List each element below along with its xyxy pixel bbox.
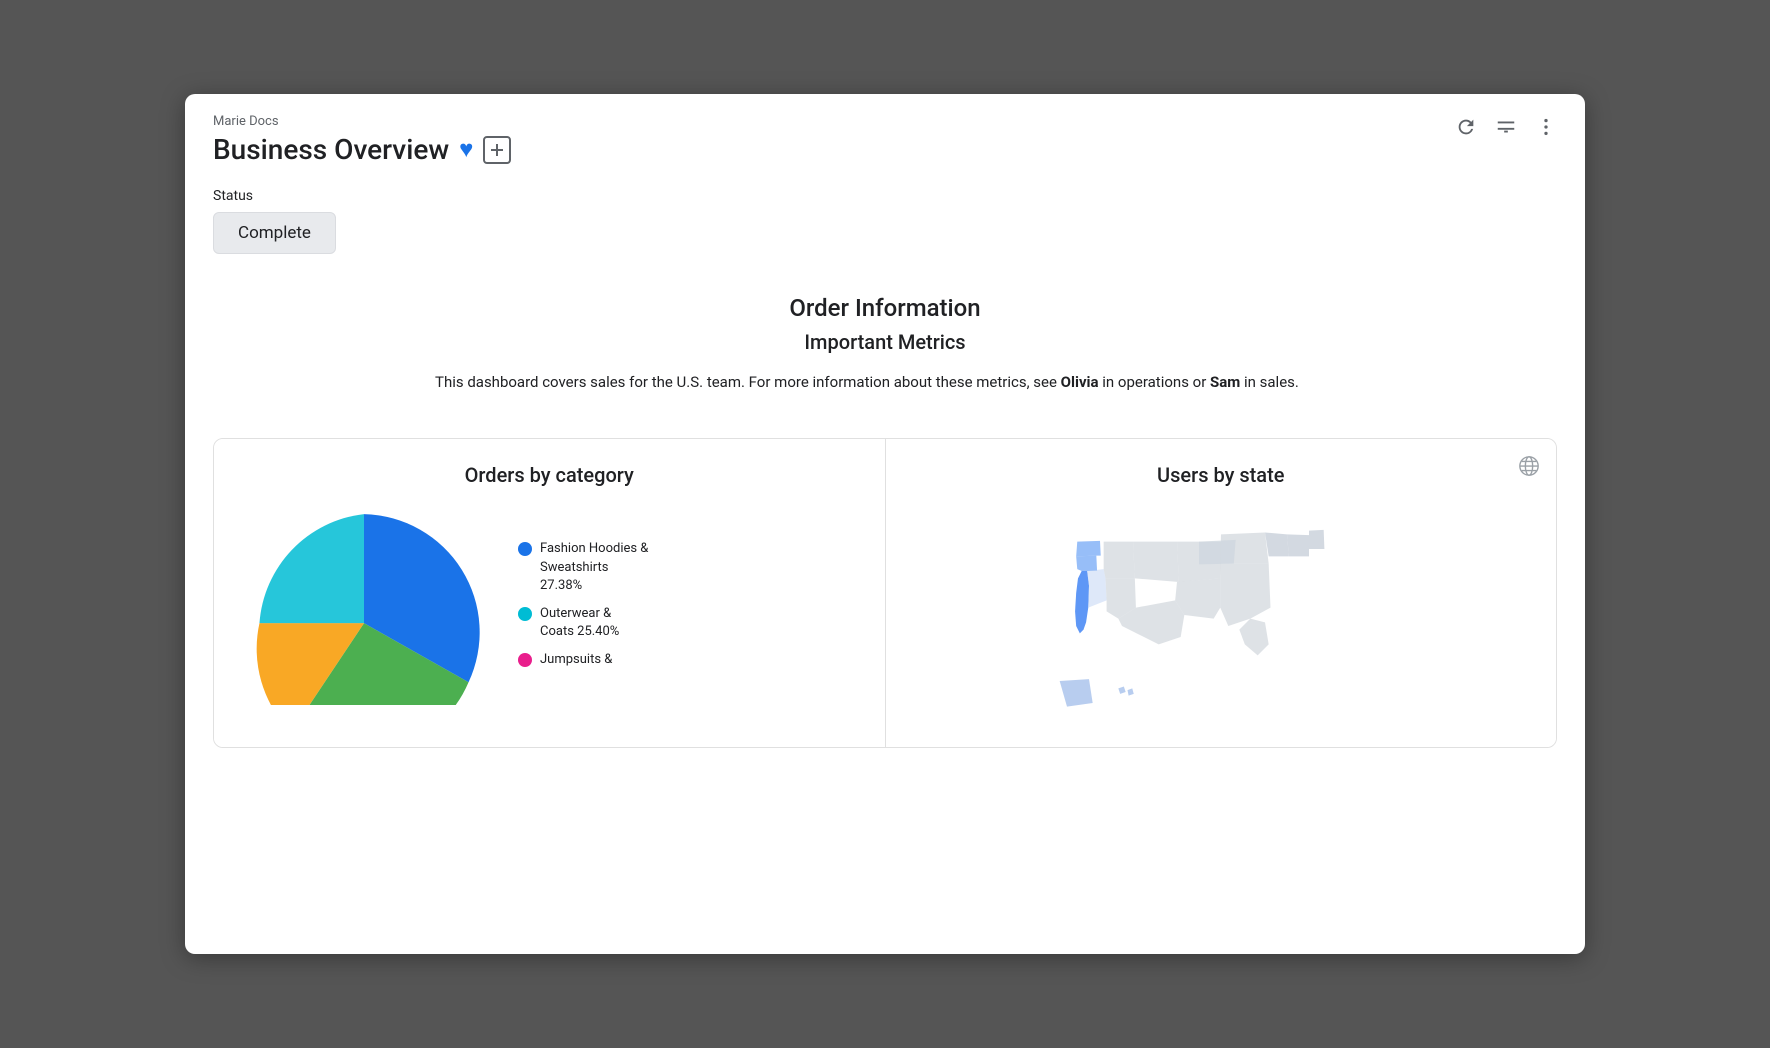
map-container — [906, 505, 1537, 735]
map-chart-card: Users by state — [886, 439, 1557, 747]
sam-link[interactable]: Sam — [1210, 373, 1240, 391]
legend-label-3: Jumpsuits & — [540, 651, 612, 669]
more-options-icon[interactable] — [1535, 116, 1557, 144]
order-info-title: Order Information — [213, 294, 1557, 322]
complete-button[interactable]: Complete — [213, 212, 336, 254]
pie-container: Fashion Hoodies &Sweatshirts27.38% Outer… — [234, 505, 865, 715]
description-text-1: This dashboard covers sales for the U.S.… — [435, 373, 1061, 391]
status-section: Status Complete — [185, 166, 1585, 254]
header: Marie Docs Business Overview ♥ — [185, 94, 1585, 166]
legend-label-2: Outerwear &Coats 25.40% — [540, 605, 619, 641]
important-metrics-title: Important Metrics — [213, 330, 1557, 354]
map-chart-title: Users by state — [906, 463, 1537, 487]
legend-dot-2 — [518, 607, 532, 621]
description-text-2: in operations or — [1099, 373, 1210, 391]
legend-item-1: Fashion Hoodies &Sweatshirts27.38% — [518, 540, 648, 595]
heart-icon[interactable]: ♥ — [459, 135, 473, 164]
us-map-svg — [931, 505, 1511, 725]
content-section: Order Information Important Metrics This… — [185, 254, 1585, 414]
pie-chart-card: Orders by category Fashion Hood — [214, 439, 886, 747]
pie-chart-title: Orders by category — [234, 463, 865, 487]
legend-item-2: Outerwear &Coats 25.40% — [518, 605, 648, 641]
refresh-icon[interactable] — [1455, 116, 1477, 144]
page-title: Business Overview — [213, 133, 449, 166]
breadcrumb: Marie Docs — [213, 114, 1557, 129]
pie-chart-svg — [234, 505, 494, 705]
description: This dashboard covers sales for the U.S.… — [435, 370, 1335, 394]
olivia-link[interactable]: Olivia — [1061, 373, 1099, 391]
charts-row: Orders by category Fashion Hood — [213, 438, 1557, 748]
description-text-3: in sales. — [1240, 373, 1299, 391]
legend-item-3: Jumpsuits & — [518, 651, 648, 669]
filter-icon[interactable] — [1495, 116, 1517, 144]
legend-dot-3 — [518, 653, 532, 667]
legend-label-1: Fashion Hoodies &Sweatshirts27.38% — [540, 540, 648, 595]
legend-dot-1 — [518, 542, 532, 556]
status-label: Status — [213, 188, 1557, 204]
main-window: Marie Docs Business Overview ♥ — [185, 94, 1585, 954]
add-icon[interactable] — [483, 136, 511, 164]
globe-icon[interactable] — [1518, 455, 1540, 483]
pie-legend: Fashion Hoodies &Sweatshirts27.38% Outer… — [518, 540, 648, 669]
toolbar-icons — [1455, 116, 1557, 144]
title-row: Business Overview ♥ — [213, 133, 1557, 166]
